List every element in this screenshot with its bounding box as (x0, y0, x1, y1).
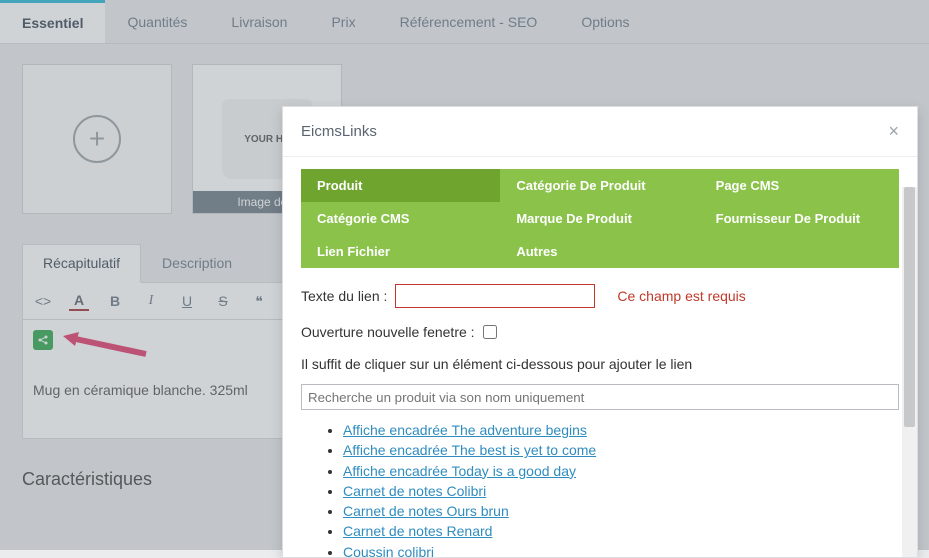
list-item[interactable]: Affiche encadrée The best is yet to come (343, 440, 899, 460)
list-item[interactable]: Coussin colibri (343, 542, 899, 557)
list-item[interactable]: Carnet de notes Renard (343, 521, 899, 541)
list-item[interactable]: Affiche encadrée The adventure begins (343, 420, 899, 440)
modal-title: EicmsLinks (301, 123, 377, 140)
gtab-categorie-cms[interactable]: Catégorie CMS (301, 202, 500, 235)
link-type-tabs: Produit Catégorie De Produit Page CMS Ca… (301, 169, 899, 268)
product-link-list: Affiche encadrée The adventure begins Af… (343, 420, 899, 557)
product-search-input[interactable] (301, 384, 899, 410)
link-text-label: Texte du lien : (301, 288, 387, 304)
new-window-checkbox[interactable] (483, 325, 497, 339)
gtab-produit[interactable]: Produit (301, 169, 500, 202)
link-text-error: Ce champ est requis (617, 288, 745, 304)
modal-scrollbar[interactable] (902, 187, 917, 557)
gtab-page-cms[interactable]: Page CMS (700, 169, 899, 202)
gtab-autres[interactable]: Autres (500, 235, 699, 268)
gtab-marque-produit[interactable]: Marque De Produit (500, 202, 699, 235)
list-item[interactable]: Carnet de notes Colibri (343, 481, 899, 501)
list-item[interactable]: Carnet de notes Ours brun (343, 501, 899, 521)
gtab-lien-fichier[interactable]: Lien Fichier (301, 235, 500, 268)
link-text-input[interactable] (395, 284, 595, 308)
instruction-text: Il suffit de cliquer sur un élément ci-d… (301, 356, 899, 372)
gtab-categorie-produit[interactable]: Catégorie De Produit (500, 169, 699, 202)
eicmslinks-modal: EicmsLinks × Produit Catégorie De Produi… (282, 106, 918, 558)
gtab-fournisseur[interactable]: Fournisseur De Produit (700, 202, 899, 235)
list-item[interactable]: Affiche encadrée Today is a good day (343, 461, 899, 481)
new-window-label: Ouverture nouvelle fenetre : (301, 324, 475, 340)
close-icon[interactable]: × (888, 121, 899, 142)
